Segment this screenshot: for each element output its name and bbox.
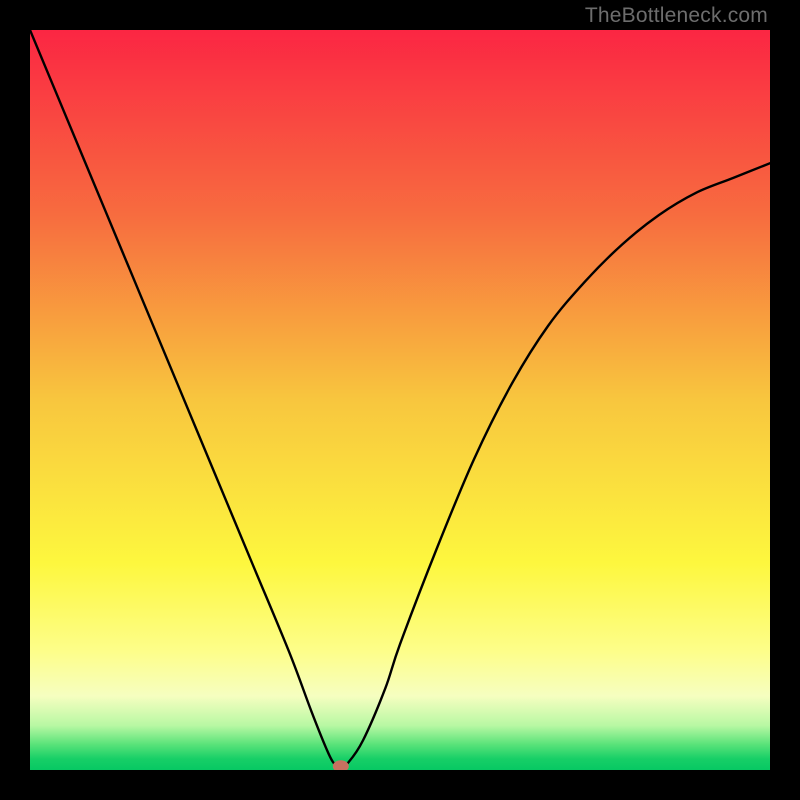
chart-frame bbox=[30, 30, 770, 770]
watermark-text: TheBottleneck.com bbox=[585, 4, 768, 28]
gradient-background bbox=[30, 30, 770, 770]
bottleneck-chart bbox=[30, 30, 770, 770]
